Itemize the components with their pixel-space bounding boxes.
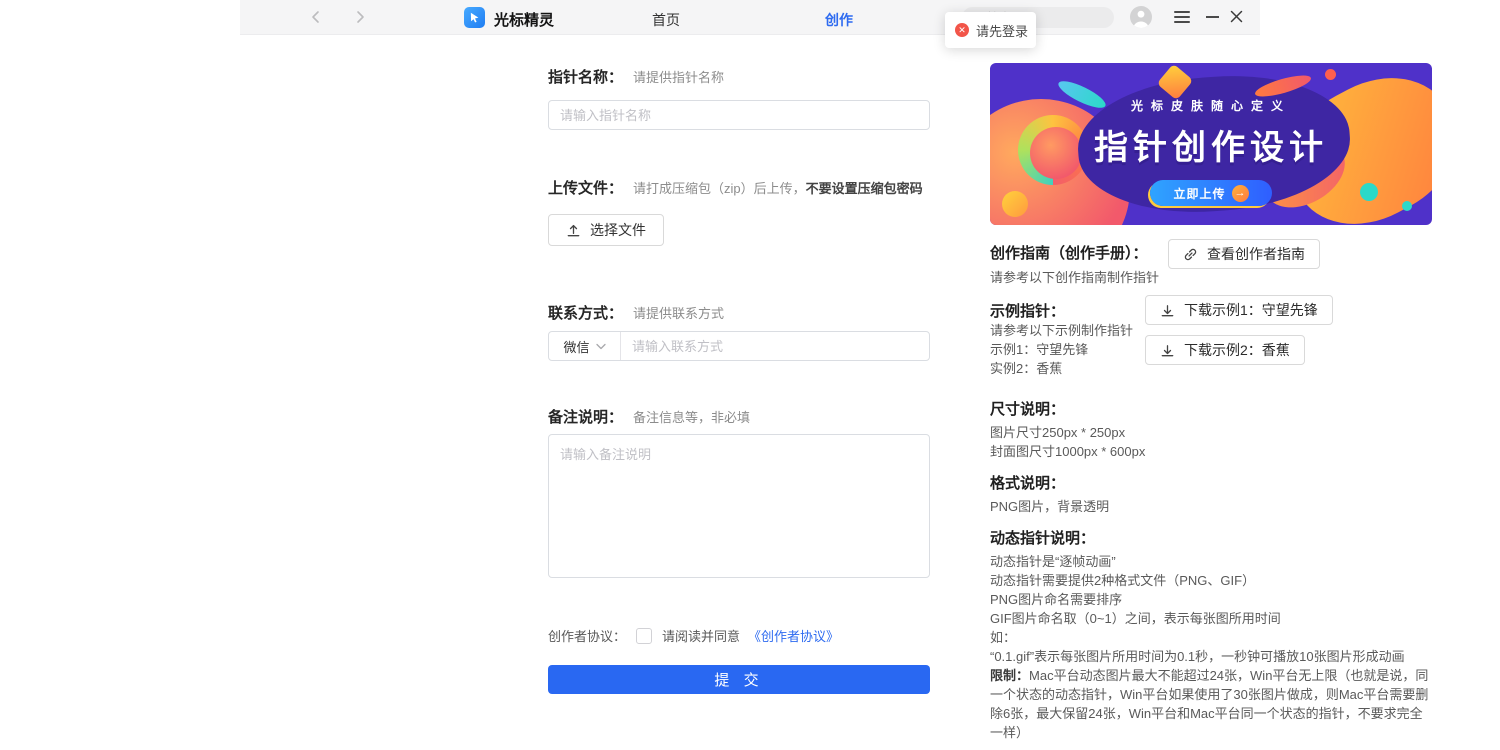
avatar[interactable] bbox=[1130, 6, 1152, 28]
guide-hint: 请参考以下创作指南制作指针 bbox=[990, 270, 1160, 285]
upload-hint-bold: 不要设置压缩包密码 bbox=[805, 181, 923, 196]
remark-label: 备注说明： bbox=[548, 409, 624, 426]
upload-icon bbox=[567, 224, 580, 236]
download-example1-button[interactable]: 下载示例1：守望先锋 bbox=[1145, 295, 1333, 325]
format-title: 格式说明： bbox=[990, 475, 1066, 492]
download-example2-button[interactable]: 下载示例2：香蕉 bbox=[1145, 335, 1305, 365]
format-line: PNG图片，背景透明 bbox=[990, 499, 1110, 514]
agreement-row: 创作者协议： 请阅读并同意 《创作者协议》 bbox=[548, 626, 930, 645]
download-icon bbox=[1161, 304, 1174, 316]
size-line: 图片尺寸250px * 250px bbox=[990, 425, 1126, 440]
contact-type-value: 微信 bbox=[563, 339, 590, 355]
pointer-name-hint: 请提供指针名称 bbox=[633, 70, 725, 85]
choose-file-button[interactable]: 选择文件 bbox=[548, 214, 664, 246]
titlebar: 光标精灵 首页 创作 bbox=[240, 0, 1260, 35]
app-window: 光标精灵 首页 创作 ✕ 请先登录 指针名称： bbox=[0, 0, 1500, 750]
dynamic-limit-label: 限制： bbox=[990, 668, 1030, 683]
nav-item-home[interactable]: 首页 bbox=[652, 10, 680, 30]
app-logo-cursor-icon bbox=[464, 7, 485, 28]
submit-button[interactable]: 提 交 bbox=[548, 665, 930, 694]
tooltip-text: 请先登录 bbox=[976, 23, 1029, 39]
banner-title: 指针创作设计 bbox=[1094, 129, 1328, 167]
creation-form: 指针名称： 请提供指针名称 上传文件： 请打成压缩包（zip）后上传，不要设置压… bbox=[548, 66, 930, 694]
dynamic-line: 动态指针需要提供2种格式文件（PNG、GIF） bbox=[990, 573, 1256, 588]
guide-section: 创作指南（创作手册）： 请参考以下创作指南制作指针 查看创作者指南 bbox=[990, 239, 1432, 288]
banner-upload-button[interactable]: 立即上传 → bbox=[1150, 180, 1272, 206]
window-frame: 光标精灵 首页 创作 ✕ 请先登录 指针名称： bbox=[240, 0, 1432, 750]
remark-hint: 备注信息等，非必填 bbox=[633, 410, 751, 425]
nav-item-create[interactable]: 创作 bbox=[825, 10, 853, 30]
contact-input-group: 微信 bbox=[548, 331, 930, 361]
download-example2-label: 下载示例2：香蕉 bbox=[1184, 342, 1290, 358]
view-guide-label: 查看创作者指南 bbox=[1207, 246, 1305, 262]
pointer-name-label: 指针名称： bbox=[548, 69, 624, 86]
guide-panel: 光标皮肤随心定义 指针创作设计 立即上传 → 创作指南（创作手册）： 请参考以下… bbox=[990, 63, 1432, 750]
banner-text: 光标皮肤随心定义 指针创作设计 立即上传 → bbox=[990, 63, 1432, 206]
format-section: 格式说明： PNG图片，背景透明 bbox=[990, 472, 1432, 516]
dynamic-line: 如： bbox=[990, 630, 1017, 645]
banner-subtitle: 光标皮肤随心定义 bbox=[1130, 99, 1291, 113]
examples-section: 示例指针： 请参考以下示例制作指针 示例1：守望先锋 实例2：香蕉 下载示例1：… bbox=[990, 295, 1432, 380]
back-icon[interactable] bbox=[308, 9, 324, 25]
agreement-checkbox[interactable] bbox=[636, 627, 653, 644]
agreement-text: 请阅读并同意 bbox=[662, 629, 741, 644]
dynamic-section: 动态指针说明： 动态指针是“逐帧动画” 动态指针需要提供2种格式文件（PNG、G… bbox=[990, 527, 1432, 742]
banner-cta-label: 立即上传 bbox=[1173, 186, 1226, 201]
pointer-name-input[interactable] bbox=[548, 100, 930, 130]
close-icon[interactable] bbox=[1229, 9, 1244, 24]
size-section: 尺寸说明： 图片尺寸250px * 250px 封面图尺寸1000px * 60… bbox=[990, 398, 1432, 461]
choose-file-label: 选择文件 bbox=[590, 222, 646, 238]
dynamic-line: GIF图片命名取（0~1）之间，表示每张图所用时间 bbox=[990, 611, 1281, 626]
download-icon bbox=[1161, 344, 1174, 356]
contact-input[interactable] bbox=[621, 338, 929, 354]
size-title: 尺寸说明： bbox=[990, 401, 1066, 418]
login-required-tooltip: ✕ 请先登录 bbox=[945, 12, 1036, 48]
contact-hint: 请提供联系方式 bbox=[633, 306, 725, 321]
upload-label: 上传文件： bbox=[548, 180, 624, 197]
agreement-label: 创作者协议： bbox=[548, 629, 627, 644]
error-icon: ✕ bbox=[955, 23, 969, 37]
pointer-name-label-row: 指针名称： 请提供指针名称 bbox=[548, 66, 930, 87]
contact-label: 联系方式： bbox=[548, 305, 624, 322]
link-icon bbox=[1184, 248, 1197, 260]
download-example1-label: 下载示例1：守望先锋 bbox=[1184, 302, 1318, 318]
dynamic-title: 动态指针说明： bbox=[990, 530, 1096, 547]
contact-type-select[interactable]: 微信 bbox=[549, 332, 621, 360]
minimize-icon[interactable] bbox=[1206, 16, 1219, 18]
remark-label-row: 备注说明： 备注信息等，非必填 bbox=[548, 406, 930, 427]
forward-icon[interactable] bbox=[352, 9, 368, 25]
dynamic-line: PNG图片命名需要排序 bbox=[990, 592, 1123, 607]
chevron-down-icon bbox=[595, 343, 606, 349]
dynamic-limit-text: Mac平台动态图片最大不能超过24张，Win平台无上限（也就是说，同一个状态的动… bbox=[990, 668, 1429, 740]
app-title: 光标精灵 bbox=[494, 12, 555, 29]
contact-label-row: 联系方式： 请提供联系方式 bbox=[548, 302, 930, 323]
view-guide-button[interactable]: 查看创作者指南 bbox=[1168, 239, 1320, 269]
dynamic-line: “0.1.gif”表示每张图片所用时间为0.1秒，一秒钟可播放10张图片形成动画 bbox=[990, 649, 1405, 664]
menu-icon[interactable] bbox=[1174, 11, 1190, 23]
remark-textarea[interactable] bbox=[548, 434, 930, 578]
upload-label-row: 上传文件： 请打成压缩包（zip）后上传，不要设置压缩包密码 bbox=[548, 177, 930, 198]
size-line: 封面图尺寸1000px * 600px bbox=[990, 444, 1146, 459]
upload-hint: 请打成压缩包（zip）后上传，不要设置压缩包密码 bbox=[633, 181, 923, 196]
creation-banner[interactable]: 光标皮肤随心定义 指针创作设计 立即上传 → bbox=[990, 63, 1432, 225]
dynamic-line: 动态指针是“逐帧动画” bbox=[990, 554, 1116, 569]
dynamic-limit: 限制：Mac平台动态图片最大不能超过24张，Win平台无上限（也就是说，同一个状… bbox=[990, 666, 1432, 742]
agreement-link[interactable]: 《创作者协议》 bbox=[748, 626, 839, 645]
arrow-right-icon: → bbox=[1231, 184, 1249, 202]
